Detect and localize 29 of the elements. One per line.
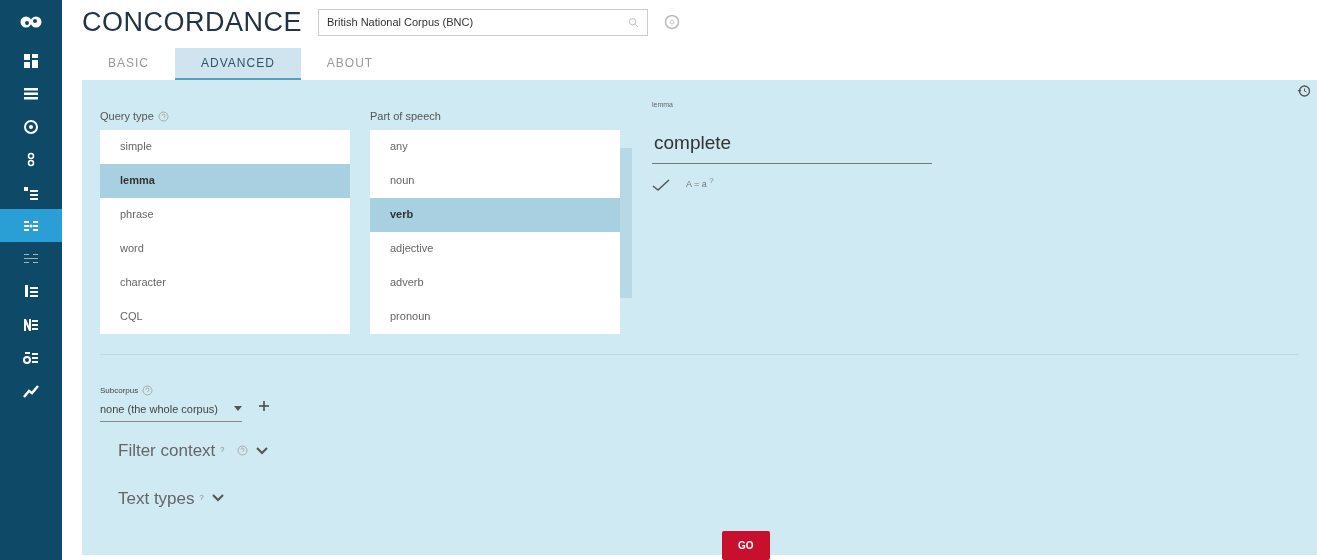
check-icon[interactable] [652,178,670,191]
list-icon[interactable] [23,85,39,102]
plus-icon[interactable] [258,400,270,413]
target-icon[interactable] [23,118,39,135]
list-option[interactable]: verb [370,197,620,232]
field-label: Query type [100,109,154,124]
delta-list-icon[interactable] [23,349,39,366]
section-toggle[interactable]: Text types $^{?}$ [118,485,204,511]
scrollbar[interactable] [620,147,632,298]
chevron-down-icon[interactable] [255,446,268,455]
grid-icon[interactable] [23,52,39,69]
subcorpus-select[interactable]: none (the whole corpus) [100,396,242,422]
lemma-input[interactable]: complete [652,122,932,164]
dropdown-icon [234,406,242,412]
corpus-select[interactable]: British National Corpus (BNC) [318,8,648,36]
n-list-icon[interactable] [23,316,39,333]
chevron-down-icon[interactable] [211,494,224,503]
field-label: Part of speech [370,109,441,124]
sorted-list-icon[interactable] [23,283,39,300]
tab[interactable]: ADVANCED [175,48,301,80]
field-label: Subcorpus [100,384,139,397]
section-toggle[interactable]: Filter context $^{?}$ [118,438,225,464]
page-title: CONCORDANCE [82,5,302,39]
history-icon[interactable] [1297,84,1311,98]
list-option[interactable]: lemma [100,163,350,198]
go-button[interactable]: GO [722,531,770,560]
search-icon [628,16,639,28]
bullet-list-icon[interactable] [23,184,39,201]
match-case-label[interactable]: A = a $^{?}$ [686,178,714,192]
